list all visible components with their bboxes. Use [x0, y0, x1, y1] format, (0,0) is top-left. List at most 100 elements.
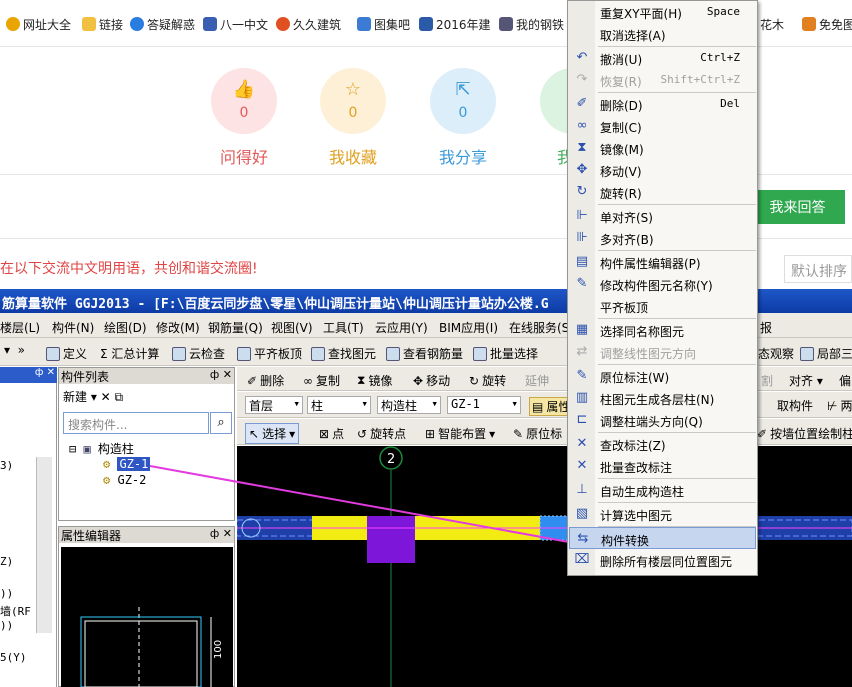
tree-root[interactable]: ⊟ ▣ 构造柱	[69, 440, 134, 457]
bookmark-item[interactable]: 我的钢铁	[499, 15, 564, 33]
context-menu-label: 构件属性编辑器(P)	[600, 257, 701, 271]
offset-button[interactable]: 偏	[839, 372, 851, 389]
context-menu-item[interactable]: 平齐板顶	[569, 295, 756, 317]
move-button[interactable]: ✥ 移动	[413, 372, 450, 389]
context-menu-item[interactable]: 重复XY平面(H) Space	[569, 1, 756, 23]
menu-online[interactable]: 在线服务(S)	[509, 319, 574, 336]
cloud-check-button[interactable]: 云检查	[172, 345, 225, 362]
gear-icon: ⚙	[103, 473, 111, 487]
context-menu-label: 多对齐(B)	[600, 233, 654, 247]
two-point-button[interactable]: ⊬两点	[827, 397, 852, 414]
bookmark-item[interactable]: 久久建筑	[276, 15, 341, 33]
panel-pin-close[interactable]: ф ✕	[210, 527, 232, 540]
bookmark-item[interactable]: 链接	[82, 15, 123, 33]
summary-calc-button[interactable]: Σ 汇总计算	[100, 345, 159, 362]
context-menu-item[interactable]: ∞ 复制(C)	[569, 115, 756, 137]
floor-select[interactable]: 首层	[245, 396, 303, 414]
context-menu-item[interactable]: ▦ 选择同名称图元	[569, 319, 756, 341]
draw-by-wall-button[interactable]: ✐ 按墙位置绘制柱	[757, 425, 852, 442]
context-menu-item[interactable]: ⊩ 单对齐(S)	[569, 205, 756, 227]
menu-bim[interactable]: BIM应用(I)	[439, 319, 498, 336]
pick-component-button[interactable]: 取构件	[777, 397, 813, 414]
context-menu-item[interactable]: ✥ 移动(V)	[569, 159, 756, 181]
point-button[interactable]: ⊠ 点	[319, 425, 344, 442]
stat-favorite[interactable]: ☆ 0 我收藏	[318, 68, 388, 168]
thumbs-up-icon: 👍	[232, 79, 256, 100]
type-select[interactable]: 柱	[307, 396, 371, 414]
context-menu-item[interactable]: ⊥ 自动生成构造柱	[569, 479, 756, 501]
context-menu-item[interactable]: ↻ 旋转(R)	[569, 181, 756, 203]
context-menu-item[interactable]: ▧ 计算选中图元	[569, 503, 756, 525]
context-menu-item[interactable]: ✎ 修改构件图元名称(Y)	[569, 273, 756, 295]
copy-icon: ∞	[303, 373, 313, 388]
dynamic-view-button[interactable]: 态观察	[758, 345, 794, 362]
extend-button[interactable]: 延伸	[525, 372, 549, 389]
bookmark-item[interactable]: 免免图	[802, 15, 852, 33]
bookmark-item[interactable]: 网址大全	[6, 15, 71, 33]
bookmark-item[interactable]: 图集吧	[357, 15, 410, 33]
rotate-button[interactable]: ↻ 旋转	[469, 372, 506, 389]
cursor-icon: ↖	[249, 426, 260, 441]
local-3d-button[interactable]: 局部三	[800, 345, 852, 362]
context-menu-item[interactable]: ⧗ 镜像(M)	[569, 137, 756, 159]
drawing-canvas[interactable]: 2	[237, 446, 852, 687]
tree-item[interactable]: ⚙ GZ-2	[103, 473, 146, 487]
define-button[interactable]: 定义	[46, 345, 87, 362]
panel-pin-close[interactable]: ф ✕	[35, 367, 55, 378]
bookmark-item[interactable]: 花木	[760, 15, 784, 33]
scrollbar[interactable]	[36, 457, 52, 633]
context-menu-item[interactable]: ▤ 构件属性编辑器(P)	[569, 251, 756, 273]
split-button[interactable]: 割	[761, 372, 773, 389]
menu-draw[interactable]: 绘图(D)	[104, 319, 147, 336]
context-menu-item[interactable]: 取消选择(A)	[569, 23, 756, 45]
context-menu-item[interactable]: ⌧ 删除所有楼层同位置图元	[569, 549, 756, 571]
menu-rebar[interactable]: 钢筋量(Q)	[208, 319, 263, 336]
menu-component[interactable]: 构件(N)	[52, 319, 94, 336]
mirror-button[interactable]: ⧗ 镜像	[357, 372, 392, 389]
select-button[interactable]: ↖ 选择 ▾	[245, 423, 300, 444]
flush-slab-button[interactable]: 平齐板顶	[237, 345, 302, 362]
menu-view[interactable]: 视图(V)	[271, 319, 313, 336]
rotate-point-button[interactable]: ↺ 旋转点	[357, 425, 406, 442]
stat-good-question[interactable]: 👍 0 问得好	[209, 68, 279, 168]
menu-report[interactable]: 报	[760, 319, 772, 336]
context-menu-shortcut: Del	[720, 97, 740, 110]
align-button[interactable]: 对齐 ▾	[789, 372, 823, 389]
search-icon[interactable]: ⌕	[210, 412, 232, 434]
component-search-input[interactable]: 搜索构件...	[63, 412, 209, 434]
context-menu-item[interactable]: ✎ 原位标注(W)	[569, 365, 756, 387]
menu-modify[interactable]: 修改(M)	[156, 319, 200, 336]
panel-pin-close[interactable]: ф ✕	[210, 368, 232, 381]
menu-tools[interactable]: 工具(T)	[323, 319, 364, 336]
bookmark-item[interactable]: 八一中文	[203, 15, 268, 33]
find-element-button[interactable]: 查找图元	[311, 345, 376, 362]
toolbar-overflow[interactable]: ▾ »	[4, 343, 25, 357]
context-menu-item[interactable]: ↶ 撤消(U) Ctrl+Z	[569, 47, 756, 69]
batch-select-icon	[473, 346, 487, 361]
context-menu-item[interactable]: ⇆ 构件转换	[569, 527, 756, 549]
tree-item[interactable]: ⚙ GZ-1	[103, 457, 151, 471]
batch-select-button[interactable]: 批量选择	[473, 345, 538, 362]
undo-icon: ↶	[576, 50, 588, 65]
component-select[interactable]: GZ-1	[447, 396, 521, 414]
context-menu-item[interactable]: ✕ 批量查改标注	[569, 455, 756, 477]
delete-button[interactable]: ✐ 删除	[247, 372, 284, 389]
bookmark-item[interactable]: 2016年建	[419, 15, 491, 33]
context-menu-item[interactable]: ✕ 查改标注(Z)	[569, 433, 756, 455]
stat-share[interactable]: ⇱ 0 我分享	[428, 68, 498, 168]
context-menu-item[interactable]: ⊏ 调整柱端头方向(Q)	[569, 409, 756, 431]
subtype-select[interactable]: 构造柱	[377, 396, 441, 414]
context-menu-item[interactable]: ⊪ 多对齐(B)	[569, 227, 756, 249]
context-menu-item[interactable]: ▥ 柱图元生成各层柱(N)	[569, 387, 756, 409]
copy-button[interactable]: ∞ 复制	[303, 372, 340, 389]
context-menu-item[interactable]: ✐ 删除(D) Del	[569, 93, 756, 115]
in-place-annotation-button[interactable]: ✎ 原位标	[513, 425, 562, 442]
smart-layout-button[interactable]: ⊞ 智能布置 ▾	[425, 425, 495, 442]
bookmark-item[interactable]: 答疑解惑	[130, 15, 195, 33]
sort-select[interactable]: 默认排序	[784, 255, 852, 283]
menu-floor[interactable]: 楼层(L)	[0, 319, 40, 336]
menu-cloud[interactable]: 云应用(Y)	[375, 319, 428, 336]
component-toolbar[interactable]: 新建 ▾ ✕ ⧉	[63, 388, 123, 405]
answer-button[interactable]: 我来回答	[750, 190, 845, 224]
view-rebar-button[interactable]: 查看钢筋量	[386, 345, 463, 362]
